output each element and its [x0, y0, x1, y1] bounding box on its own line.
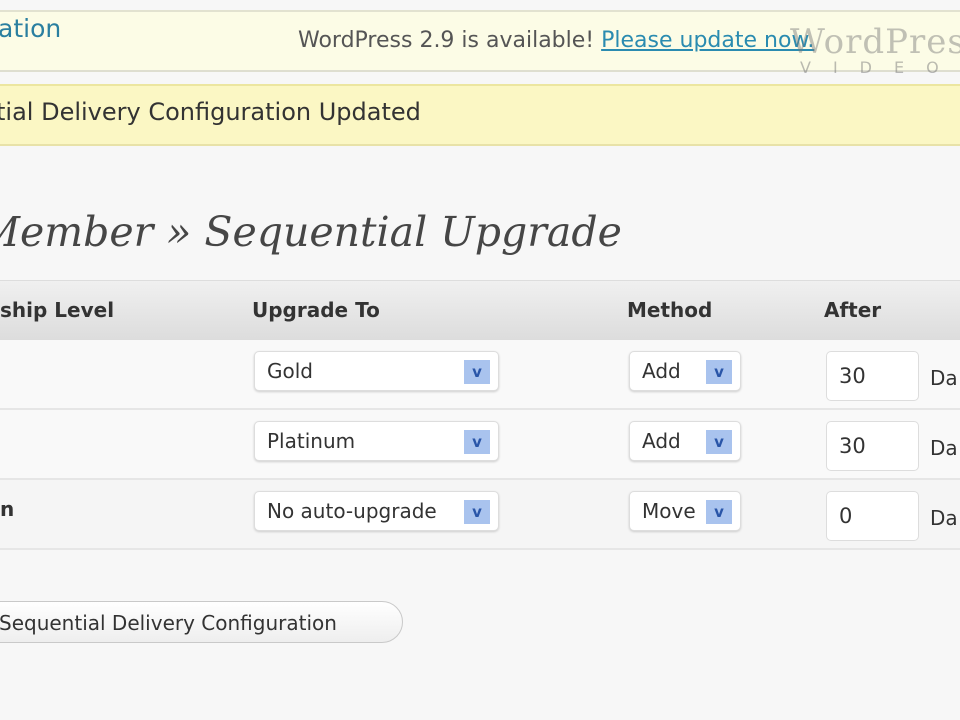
save-configuration-button[interactable]: Sequential Delivery Configuration [0, 601, 403, 643]
after-input[interactable]: 0 [826, 491, 919, 541]
upgrade-to-select[interactable]: No auto-upgrade v [254, 491, 499, 531]
chevron-down-icon: v [706, 360, 732, 384]
chevron-down-icon: v [464, 360, 490, 384]
days-label: Da [930, 366, 958, 390]
days-label: Da [930, 436, 958, 460]
days-label: Da [930, 506, 958, 530]
chevron-down-icon: v [706, 430, 732, 454]
watermark-logo: WordPress [790, 22, 960, 62]
updated-message: tial Delivery Configuration Updated [0, 98, 421, 126]
update-notice: WordPress 2.9 is available! Please updat… [298, 28, 814, 53]
watermark-sub: VIDEO [800, 58, 960, 77]
chevron-down-icon: v [706, 500, 732, 524]
upgrade-to-select[interactable]: Platinum v [254, 421, 499, 461]
header-membership-level: ship Level [0, 298, 115, 322]
select-value: No auto-upgrade [267, 499, 437, 523]
select-value: Gold [267, 359, 313, 383]
select-value: Move [642, 499, 696, 523]
after-input[interactable]: 30 [826, 351, 919, 401]
header-after: After [824, 298, 882, 322]
method-select[interactable]: Add v [629, 351, 741, 391]
select-value: Add [642, 429, 681, 453]
upgrade-to-select[interactable]: Gold v [254, 351, 499, 391]
select-value: Platinum [267, 429, 356, 453]
update-notice-text: WordPress 2.9 is available! [298, 28, 602, 53]
method-select[interactable]: Add v [629, 421, 741, 461]
breadcrumb-link[interactable]: ation [0, 14, 61, 43]
header-upgrade-to: Upgrade To [252, 298, 380, 322]
update-now-link[interactable]: Please update now. [601, 28, 814, 53]
after-input[interactable]: 30 [826, 421, 919, 471]
chevron-down-icon: v [464, 500, 490, 524]
method-select[interactable]: Move v [629, 491, 741, 531]
level-name: n [0, 497, 15, 521]
select-value: Add [642, 359, 681, 383]
header-method: Method [627, 298, 713, 322]
table-header [0, 280, 960, 341]
chevron-down-icon: v [464, 430, 490, 454]
page-title: Member » Sequential Upgrade [0, 208, 622, 256]
